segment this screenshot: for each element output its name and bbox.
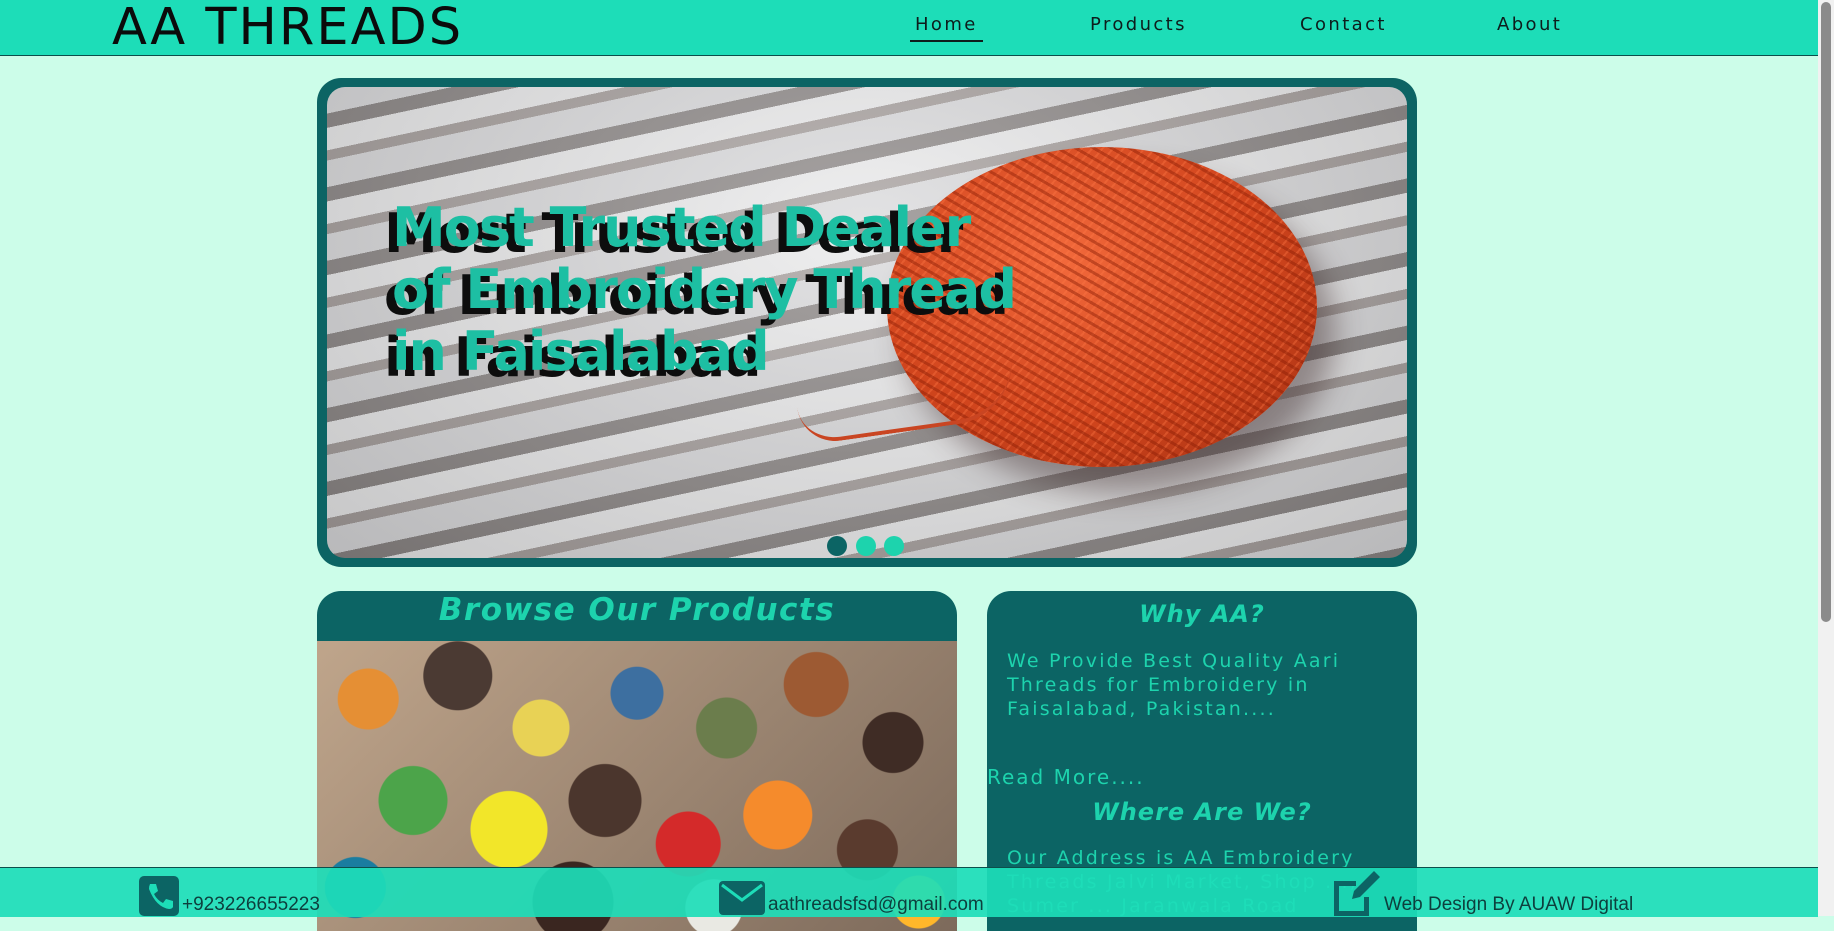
scrollbar-thumb[interactable] — [1821, 2, 1831, 622]
slide-image: Most Trusted Dealer of Embroidery Thread… — [327, 87, 1407, 558]
brand-logo[interactable]: AA THREADS — [112, 0, 463, 57]
nav-about[interactable]: About — [1497, 14, 1562, 35]
read-more-link[interactable]: Read More.... — [987, 765, 1145, 789]
mail-icon — [719, 881, 765, 915]
footer-email[interactable]: aathreadsfsd@gmail.com — [718, 868, 984, 917]
site-header: AA THREADS Home Products Contact About — [0, 0, 1818, 57]
slider-dot-2[interactable] — [856, 536, 876, 556]
email-address[interactable]: aathreadsfsd@gmail.com — [768, 894, 984, 917]
footer-phone[interactable]: +923226655223 — [138, 868, 320, 917]
nav-home[interactable]: Home — [910, 14, 983, 42]
nav-contact[interactable]: Contact — [1300, 14, 1387, 35]
slider-dot-1[interactable] — [827, 536, 847, 556]
hero-slider: Most Trusted Dealer of Embroidery Thread… — [317, 78, 1417, 567]
credit-text[interactable]: Web Design By AUAW Digital — [1384, 894, 1633, 917]
why-title: Why AA? — [1139, 600, 1265, 628]
slider-dot-3[interactable] — [884, 536, 904, 556]
phone-icon — [139, 876, 179, 916]
slide-headline: Most Trusted Dealer of Embroidery Thread… — [392, 196, 1017, 383]
vertical-scrollbar[interactable] — [1818, 0, 1834, 916]
nav-products[interactable]: Products — [1090, 14, 1187, 35]
site-footer: +923226655223 aathreadsfsd@gmail.com Web… — [0, 867, 1818, 917]
where-title: Where Are We? — [1092, 798, 1312, 826]
phone-number[interactable]: +923226655223 — [182, 894, 320, 917]
edit-icon — [1334, 871, 1380, 916]
why-text: We Provide Best Quality Aari Threads for… — [1007, 650, 1341, 720]
footer-credit[interactable]: Web Design By AUAW Digital — [1330, 868, 1633, 917]
products-title[interactable]: Browse Our Products — [317, 591, 957, 629]
